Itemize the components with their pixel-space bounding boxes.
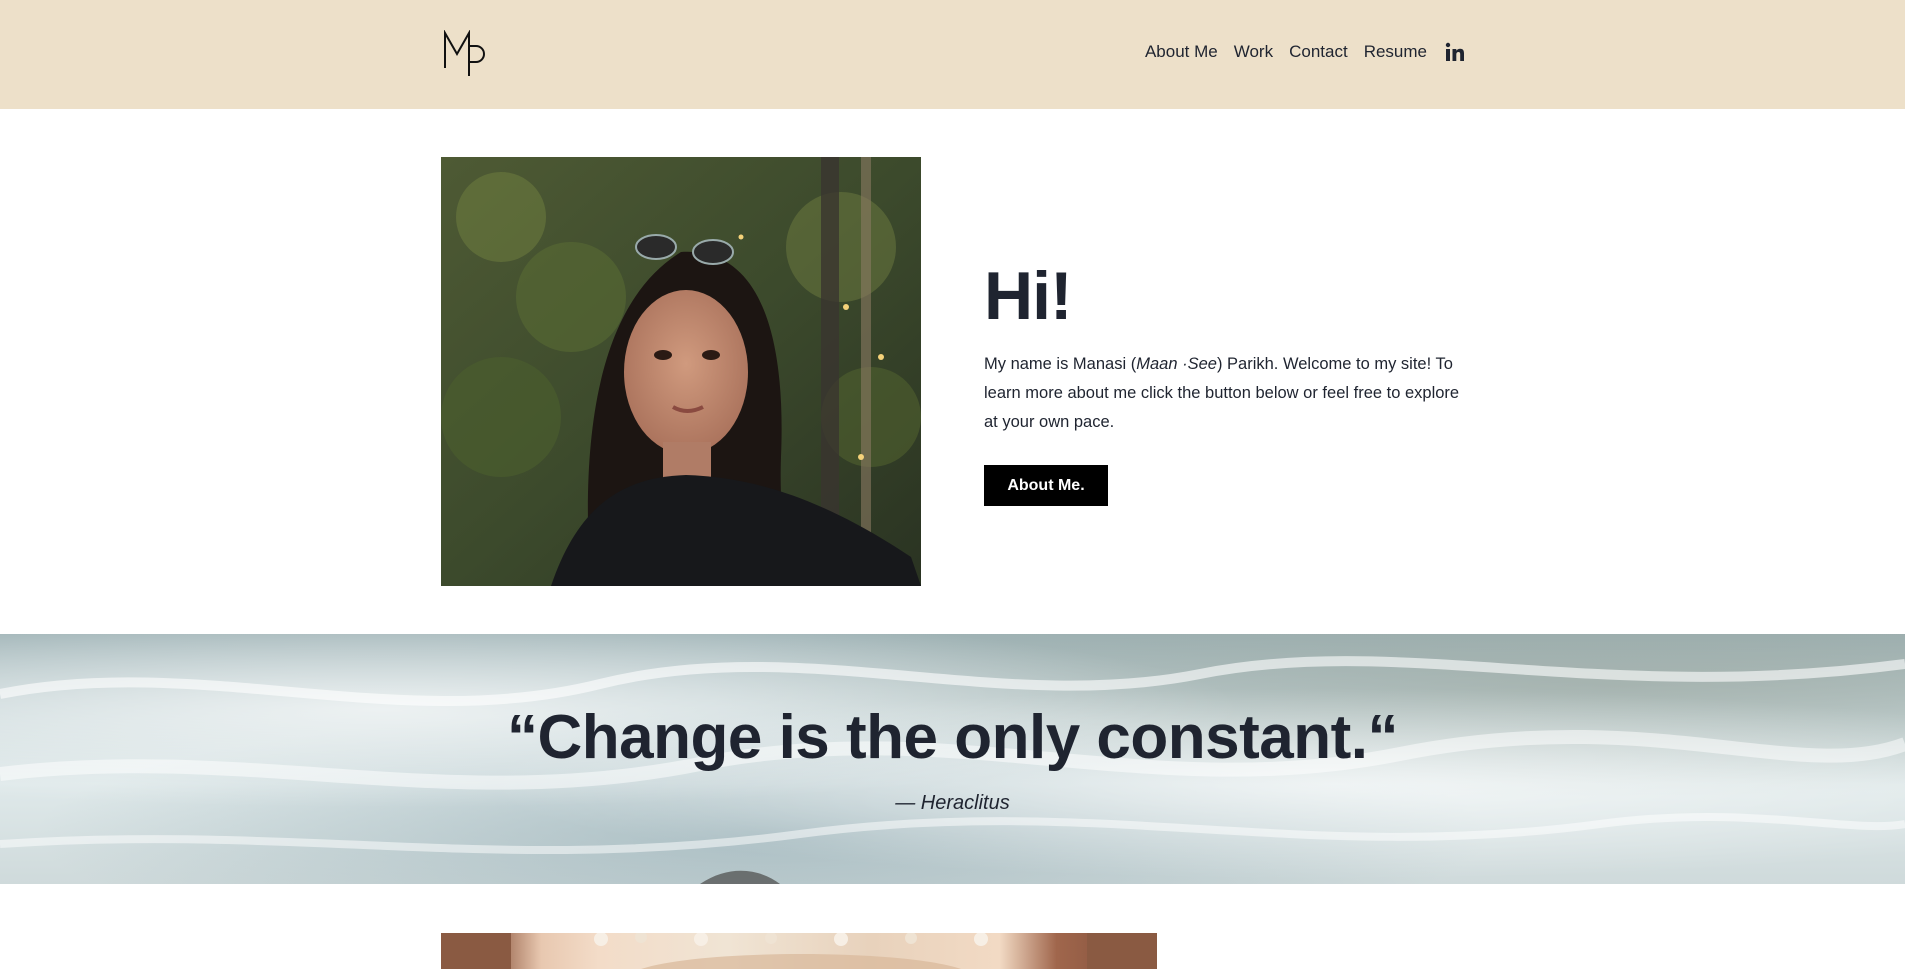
site-header: About Me Work Contact Resume (0, 0, 1905, 109)
about-me-button[interactable]: About Me. (984, 465, 1108, 506)
intro-before: My name is Manasi ( (984, 355, 1137, 373)
quote-author: — Heraclitus (895, 792, 1010, 814)
quote-banner: “Change is the only constant.“ — Heracli… (0, 634, 1905, 884)
profile-photo (441, 157, 921, 586)
nav-contact[interactable]: Contact (1289, 42, 1348, 62)
quote-text: “Change is the only constant.“ (507, 703, 1399, 772)
nav-about-me[interactable]: About Me (1145, 42, 1218, 62)
nav-resume[interactable]: Resume (1364, 42, 1427, 62)
nav-work[interactable]: Work (1234, 42, 1273, 62)
project-preview-image (441, 933, 1157, 969)
hero-section: Hi! My name is Manasi (Maan ·See) Parikh… (984, 262, 1464, 506)
main-nav: About Me Work Contact Resume (1145, 42, 1465, 62)
hero-heading: Hi! (984, 258, 1073, 334)
intro-pronunciation: Maan ·See (1136, 355, 1217, 373)
linkedin-icon[interactable] (1445, 42, 1465, 62)
intro-text: My name is Manasi (Maan ·See) Parikh. We… (984, 350, 1464, 437)
site-logo[interactable] (443, 30, 487, 78)
